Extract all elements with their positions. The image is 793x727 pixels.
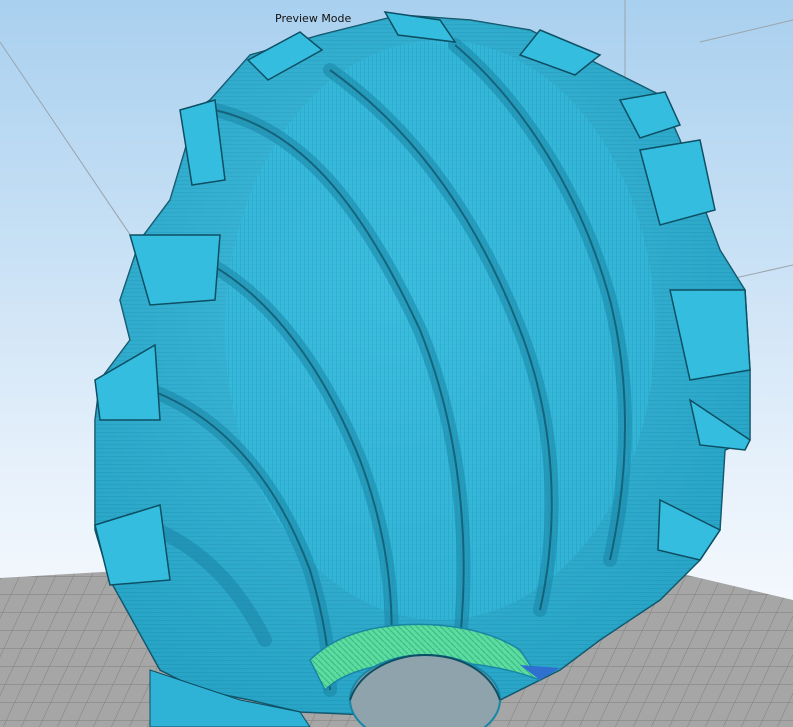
scene	[0, 0, 793, 727]
3d-preview-viewport[interactable]: Preview Mode	[0, 0, 793, 727]
